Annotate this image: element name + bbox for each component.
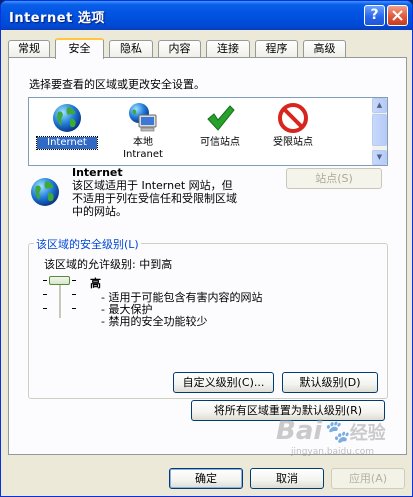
- slider-thumb[interactable]: [49, 276, 70, 285]
- checkmark-icon: [207, 105, 235, 131]
- zone-intranet[interactable]: 本地 Intranet: [113, 102, 173, 161]
- description-line-1: 该区域适用于 Internet 网站，但: [72, 179, 233, 192]
- tab-general[interactable]: 常规: [8, 40, 50, 57]
- zone-trusted-sites[interactable]: 可信站点: [188, 102, 252, 149]
- tab-programs[interactable]: 程序: [255, 40, 298, 57]
- scroll-up-button[interactable]: ▲: [372, 98, 387, 113]
- ok-button[interactable]: 确定: [169, 468, 243, 489]
- security-panel: 选择要查看的区域或更改安全设置。 Internet 本地 Intranet 可信…: [8, 57, 407, 455]
- watermark-url: jingyan.baidu.com: [291, 447, 375, 457]
- level-description-list: - 适用于可能包含有害内容的网站 - 最大保护 - 禁用的安全功能较少: [101, 292, 262, 328]
- scroll-thumb[interactable]: [372, 114, 387, 146]
- security-level-group: 该区域的安全级别(L) 该区域的允许级别: 中到高 高 - 适用于可能包含有害内…: [28, 236, 388, 399]
- window-title: Internet 选项: [9, 11, 105, 26]
- zone-restricted-sites[interactable]: 受限站点: [261, 102, 325, 149]
- watermark-logo: Bai🐾经验: [276, 416, 386, 446]
- sites-button[interactable]: 站点(S): [286, 168, 382, 189]
- level-bullet: - 禁用的安全功能较少: [101, 315, 208, 328]
- zone-list[interactable]: Internet 本地 Intranet 可信站点 受限站点 ▲ ▼: [28, 97, 388, 166]
- tab-connections[interactable]: 连接: [206, 40, 250, 57]
- zone-list-scrollbar[interactable]: ▲ ▼: [372, 98, 387, 165]
- tab-security[interactable]: 安全: [55, 38, 104, 59]
- zone-instruction: 选择要查看的区域或更改安全设置。: [29, 78, 205, 91]
- watermark-brand: Bai: [276, 416, 323, 446]
- scroll-down-button[interactable]: ▼: [372, 150, 387, 165]
- description-line-2: 不适用于列在受信任和受限制区域: [72, 192, 237, 205]
- close-icon: [392, 10, 403, 21]
- zone-internet[interactable]: Internet: [36, 102, 98, 150]
- zone-label-intranet: 本地 Intranet: [123, 137, 163, 160]
- cancel-button[interactable]: 取消: [250, 468, 324, 489]
- selected-zone-description: 该区域适用于 Internet 网站，但 不适用于列在受信任和受限制区域 中的网…: [72, 179, 237, 218]
- default-level-button[interactable]: 默认级别(D): [282, 372, 378, 393]
- close-button[interactable]: [387, 5, 408, 26]
- selected-zone-name: Internet: [72, 166, 123, 179]
- custom-level-button[interactable]: 自定义级别(C)...: [173, 372, 274, 393]
- globe-icon: [53, 104, 81, 132]
- zone-label-internet: Internet: [36, 136, 98, 150]
- zone-label-trusted: 可信站点: [200, 137, 240, 148]
- title-bar[interactable]: Internet 选项 ?: [1, 1, 412, 30]
- tab-privacy[interactable]: 隐私: [109, 40, 153, 57]
- security-level-slider[interactable]: [43, 276, 77, 320]
- allowed-level-text: 该区域的允许级别: 中到高: [44, 258, 173, 271]
- watermark-brand-2: 经验: [349, 423, 386, 444]
- zone-label-restricted: 受限站点: [273, 137, 313, 148]
- tab-advanced[interactable]: 高级: [303, 40, 346, 57]
- tab-content[interactable]: 内容: [158, 40, 201, 57]
- intranet-computer-icon: [129, 103, 157, 132]
- no-entry-icon: [278, 103, 308, 133]
- security-level-title: 该区域的安全级别(L): [34, 236, 141, 252]
- description-line-3: 中的网站。: [72, 205, 127, 218]
- internet-options-window: Internet 选项 ? 常规 安全 隐私 内容 连接 程序 高级 选择要查看…: [0, 0, 413, 497]
- apply-button[interactable]: 应用(A): [331, 468, 405, 489]
- help-button[interactable]: ?: [364, 5, 385, 26]
- selected-zone-globe-icon: [31, 178, 59, 206]
- level-name: 高: [90, 277, 101, 290]
